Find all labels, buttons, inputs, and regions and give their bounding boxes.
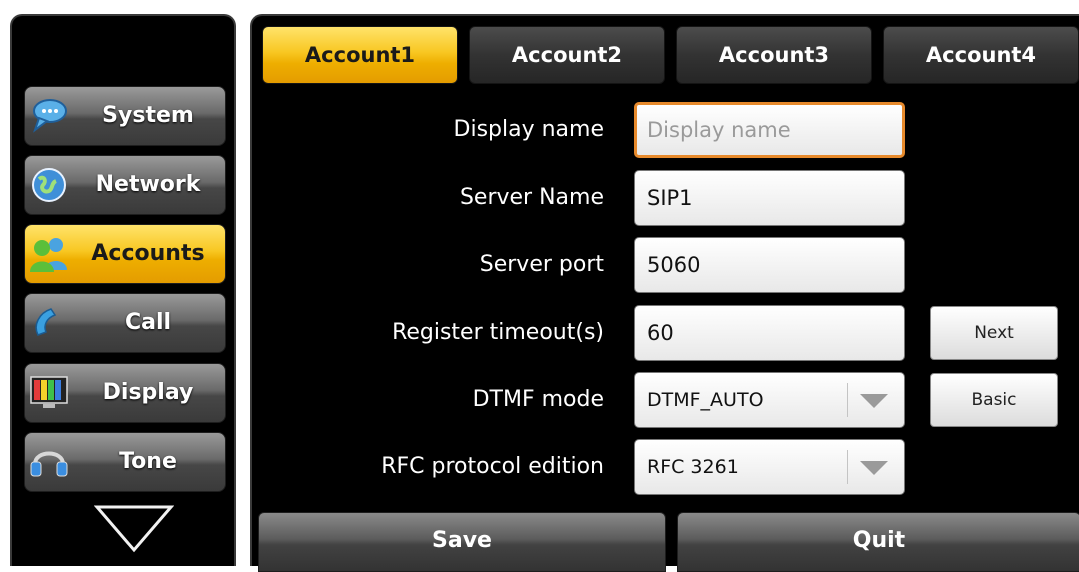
tab-account3[interactable]: Account3 [676,26,872,84]
phone-handset-icon [29,303,69,343]
sidebar-item-accounts[interactable]: Accounts [24,224,226,284]
server-port-field[interactable] [634,237,905,293]
chat-bubble-icon [29,96,69,136]
sidebar-item-label: Display [102,380,194,405]
sidebar-item-label: Network [95,172,201,197]
dtmf-mode-value: DTMF_AUTO [647,389,764,411]
sidebar-item-label: Accounts [91,241,205,266]
display-bars-icon [29,373,69,413]
tab-account1[interactable]: Account1 [262,26,458,84]
sidebar-item-tone[interactable]: Tone [24,432,226,492]
server-name-label: Server Name [459,185,604,210]
account-settings-panel: Account1 Account2 Account3 Account4 Disp… [250,14,1079,572]
chevron-down-icon [860,461,888,475]
sidebar-item-system-info[interactable]: System info [24,86,226,186]
sidebar-item-label: Call [124,310,172,335]
triangle-down-icon[interactable] [94,504,174,554]
next-button[interactable]: Next [930,306,1058,360]
dtmf-mode-label: DTMF mode [472,387,604,412]
sidebar-item-display[interactable]: Display [24,363,226,423]
sidebar-item-label: Tone [119,449,177,474]
save-button[interactable]: Save [258,512,666,572]
sidebar-item-network[interactable]: Network [24,155,226,215]
register-timeout-field[interactable] [634,305,905,361]
users-icon [29,234,69,274]
rfc-edition-label: RFC protocol edition [381,454,604,479]
register-timeout-label: Register timeout(s) [392,320,604,345]
rfc-edition-value: RFC 3261 [647,456,739,478]
sidebar-item-label: System info [102,103,194,186]
server-port-label: Server port [479,252,604,277]
quit-button[interactable]: Quit [677,512,1079,572]
tab-account2[interactable]: Account2 [469,26,665,84]
chevron-down-icon [860,394,888,408]
rfc-edition-select[interactable]: RFC 3261 [634,439,905,495]
display-name-field[interactable] [634,102,905,158]
server-name-field[interactable] [634,170,905,226]
basic-button[interactable]: Basic [930,373,1058,427]
sidebar-item-call[interactable]: Call [24,293,226,353]
select-divider [847,450,848,484]
settings-sidebar: System info Network Accounts Call [10,14,236,566]
select-divider [847,383,848,417]
tab-account4[interactable]: Account4 [883,26,1079,84]
dtmf-mode-select[interactable]: DTMF_AUTO [634,372,905,428]
display-name-label: Display name [453,117,604,142]
headset-icon [29,442,69,482]
globe-icon [29,165,69,205]
